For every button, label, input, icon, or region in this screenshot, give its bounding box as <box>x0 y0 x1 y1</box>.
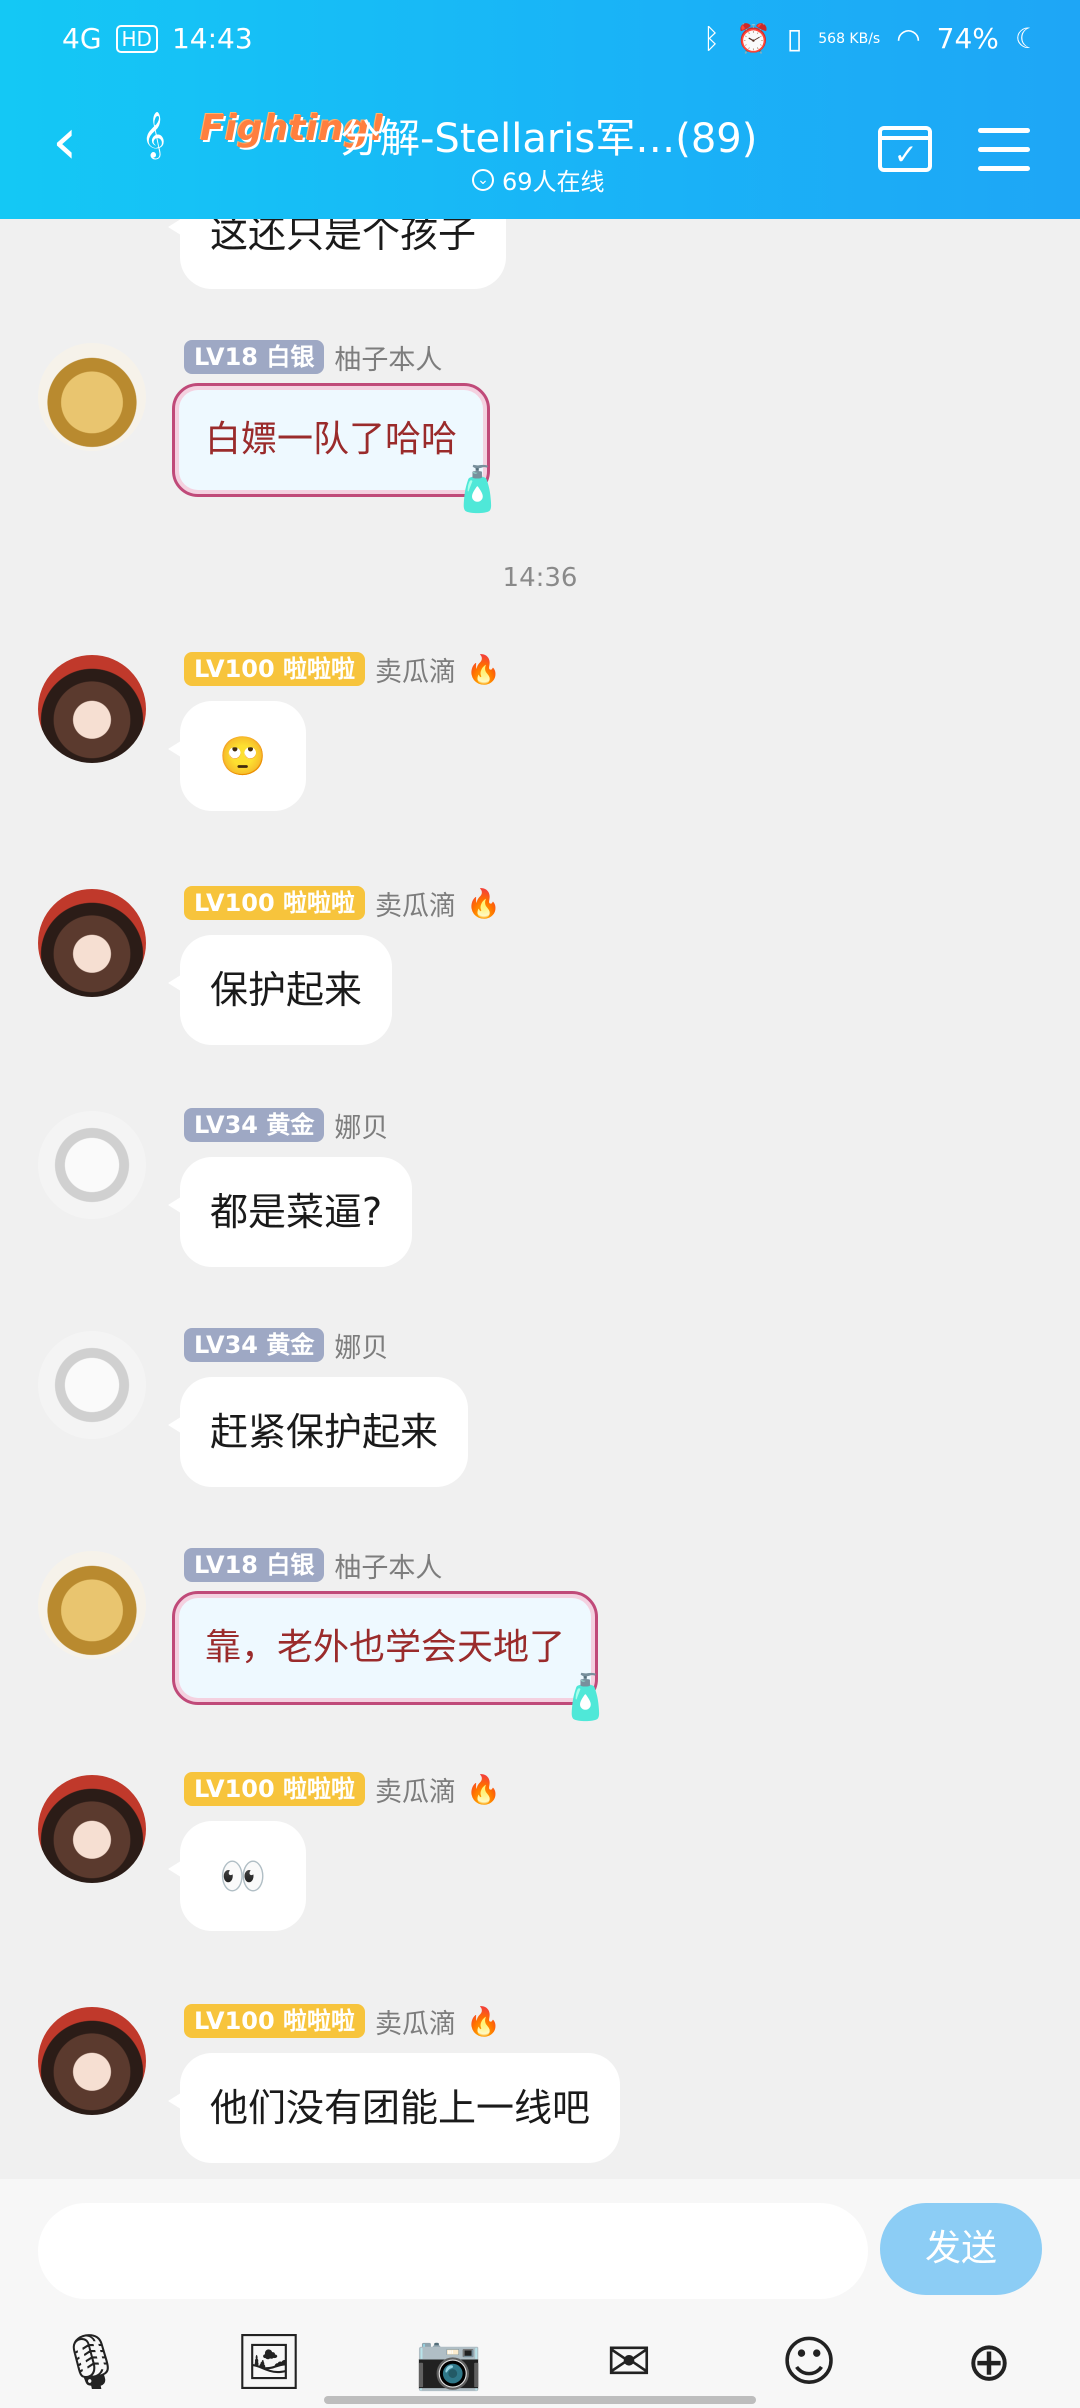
plus-icon[interactable]: ⊕ <box>954 2327 1024 2397</box>
message-text: 白嫖一队了哈哈 <box>205 419 458 460</box>
top-bar: 4G HD 14:43 ᛒ ⏰ ▯ 568 KB/s ◠ 74% ☾ ‹ 𝄞 F… <box>0 0 1080 219</box>
net-speed: 568 KB/s <box>818 30 881 47</box>
sender-name[interactable]: 卖瓜滴 <box>375 2002 456 2041</box>
menu-icon[interactable] <box>978 128 1030 185</box>
status-bar: 4G HD 14:43 ᛒ ⏰ ▯ 568 KB/s ◠ 74% ☾ <box>0 18 1080 68</box>
bluetooth-icon: ᛒ <box>703 22 720 55</box>
home-indicator[interactable] <box>324 2396 756 2404</box>
avatar[interactable] <box>38 889 146 997</box>
message-input[interactable] <box>38 2203 868 2299</box>
sender-name[interactable]: 娜贝 <box>334 1326 388 1365</box>
level-badge: LV34 黄金 <box>184 1108 325 1142</box>
message-bubble[interactable]: 白嫖一队了哈哈 🧴 <box>172 383 505 512</box>
toolbar: 🎙 🖼 📷 ✉ ☺ ⊕ <box>0 2309 1080 2399</box>
level-badge: LV100 啦啦啦 <box>184 652 366 686</box>
message-bubble[interactable]: 赶紧保护起来 <box>167 1377 469 1487</box>
level-badge: LV18 白银 <box>184 1548 325 1582</box>
online-text: 69人在线 <box>502 168 605 196</box>
level-badge: LV34 黄金 <box>184 1328 325 1362</box>
image-icon[interactable]: 🖼 <box>234 2327 304 2397</box>
back-icon[interactable]: ‹ <box>52 110 78 174</box>
soap-decor-icon: 🧴 <box>450 464 506 515</box>
vibrate-icon: ▯ <box>786 22 803 55</box>
moon-icon: ☾ <box>1014 22 1040 55</box>
level-badge: LV100 啦啦啦 <box>184 886 366 920</box>
network-indicator: 4G <box>62 22 102 55</box>
avatar[interactable] <box>38 1775 146 1883</box>
avatar[interactable] <box>38 1551 146 1659</box>
calendar-check-icon[interactable]: ✓ <box>878 126 932 172</box>
hd-icon: HD <box>115 24 158 53</box>
sender-name[interactable]: 卖瓜滴 <box>375 884 456 923</box>
input-bar: 发送 🎙 🖼 📷 ✉ ☺ ⊕ <box>0 2179 1080 2408</box>
message-bubble[interactable]: 🙄 <box>168 701 306 811</box>
fire-icon: 🔥 <box>466 2004 501 2038</box>
sender-name[interactable]: 卖瓜滴 <box>375 650 456 689</box>
soap-decor-icon: 🧴 <box>558 1672 614 1723</box>
camera-icon[interactable]: 📷 <box>414 2327 484 2397</box>
online-count[interactable]: ⌄ 69人在线 <box>472 162 605 197</box>
level-badge: LV100 啦啦啦 <box>184 2004 366 2038</box>
message-bubble[interactable]: 这还只是个孩子 <box>167 219 507 289</box>
chat-messages: 这还只是个孩子 LV18 白银 柚子本人 白嫖一队了哈哈 🧴 14:36 LV1… <box>0 219 1080 2179</box>
sender-name[interactable]: 卖瓜滴 <box>375 1770 456 1809</box>
avatar[interactable] <box>38 1111 146 1219</box>
message-text: 靠，老外也学会天地了 <box>205 1627 566 1668</box>
message-bubble[interactable]: 👀 <box>168 1821 306 1931</box>
chevron-down-icon: ⌄ <box>472 168 494 191</box>
microphone-icon[interactable]: 🎙 <box>56 2327 126 2397</box>
chat-nav: ‹ 𝄞 Fighting! 分解-Stellaris军…(89) ⌄ 69人在线… <box>0 90 1080 210</box>
ear-icon[interactable]: 𝄞 <box>142 112 166 158</box>
group-title[interactable]: 分解-Stellaris军…(89) <box>340 106 757 164</box>
sender-name[interactable]: 娜贝 <box>334 1106 388 1145</box>
avatar[interactable] <box>38 655 146 763</box>
fire-icon: 🔥 <box>466 1772 501 1806</box>
timestamp: 14:36 <box>502 563 578 593</box>
avatar[interactable] <box>38 2007 146 2115</box>
message-bubble[interactable]: 保护起来 <box>167 935 393 1045</box>
avatar[interactable] <box>38 1331 146 1439</box>
level-badge: LV18 白银 <box>184 340 325 374</box>
battery-level: 74% <box>936 22 999 55</box>
red-packet-icon[interactable]: ✉ <box>594 2327 664 2397</box>
sender-name[interactable]: 柚子本人 <box>334 338 442 377</box>
message-bubble[interactable]: 都是菜逼? <box>167 1157 413 1267</box>
sender-name[interactable]: 柚子本人 <box>334 1546 442 1585</box>
avatar[interactable] <box>38 343 146 451</box>
emoji-icon[interactable]: ☺ <box>774 2327 844 2397</box>
message-bubble[interactable]: 他们没有团能上一线吧 <box>167 2053 621 2163</box>
fire-icon: 🔥 <box>466 886 501 920</box>
message-bubble[interactable]: 靠，老外也学会天地了 🧴 <box>172 1591 613 1720</box>
clock: 14:43 <box>171 22 253 55</box>
alarm-icon: ⏰ <box>735 22 771 55</box>
wifi-icon: ◠ <box>896 22 921 55</box>
send-button[interactable]: 发送 <box>880 2203 1042 2295</box>
level-badge: LV100 啦啦啦 <box>184 1772 366 1806</box>
fire-icon: 🔥 <box>466 652 501 686</box>
